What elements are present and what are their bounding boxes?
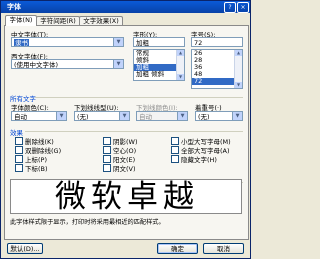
scroll-down-icon[interactable]: ▼ (177, 74, 184, 80)
superscript-checkbox[interactable]: 上标(P) (15, 155, 47, 164)
checkbox-box[interactable] (103, 155, 111, 163)
underline-style-value: (无) (77, 113, 89, 121)
preview-box: 微软卓越 (10, 179, 242, 214)
checkbox-box[interactable] (15, 164, 23, 172)
checkbox-label: 阴影(W) (113, 138, 138, 146)
checkbox-box[interactable] (171, 146, 179, 154)
western-font-value: (使用中文字体) (14, 61, 59, 69)
close-button[interactable]: × (237, 2, 249, 13)
font-style-list[interactable]: 常规 倾斜 加粗 加粗 倾斜 ▲ ▼ (133, 49, 185, 81)
divider (25, 131, 243, 132)
font-size-value: 72 (194, 39, 203, 47)
preview-note: 此字体样式限于显示，打印时将采用最相近的匹配样式。 (10, 219, 165, 226)
font-color-value: 自动 (14, 113, 27, 121)
scrollbar[interactable]: ▲ ▼ (176, 50, 184, 80)
checkbox-label: 隐藏文字(H) (181, 156, 217, 164)
checkbox-box[interactable] (103, 146, 111, 154)
checkbox-label: 删除线(K) (25, 138, 54, 146)
default-button[interactable]: 默认(D)... (7, 243, 43, 254)
checkbox-box[interactable] (171, 137, 179, 145)
chinese-font-value: 隶书 (14, 39, 29, 47)
underline-color-value: 自动 (139, 113, 152, 121)
chevron-down-icon[interactable]: ▼ (113, 60, 123, 68)
checkbox-box[interactable] (103, 164, 111, 172)
cancel-button[interactable]: 取消 (203, 243, 244, 254)
chevron-down-icon[interactable]: ▼ (56, 112, 66, 120)
outline-checkbox[interactable]: 空心(O) (103, 146, 136, 155)
underline-style-select[interactable]: (无) ▼ (74, 111, 130, 121)
western-font-select[interactable]: (使用中文字体) ▼ (11, 59, 124, 69)
tab-font[interactable]: 字体(N) (5, 15, 37, 26)
font-size-input[interactable]: 72 (191, 37, 243, 47)
subscript-checkbox[interactable]: 下标(B) (15, 164, 48, 173)
double-strikethrough-checkbox[interactable]: 双删除线(G) (15, 146, 61, 155)
effects-section-label: 效果 (10, 129, 23, 137)
hidden-text-checkbox[interactable]: 隐藏文字(H) (171, 155, 217, 164)
engrave-checkbox[interactable]: 阴文(V) (103, 164, 136, 173)
help-button[interactable]: ? (224, 2, 236, 13)
font-dialog: 字体 ? × 字体(N) 字符间距(R) 文字效果(X) 中文字体(T): 隶书… (0, 0, 251, 259)
checkbox-box[interactable] (171, 155, 179, 163)
checkbox-label: 下标(B) (25, 165, 48, 173)
checkbox-box[interactable] (15, 155, 23, 163)
small-caps-checkbox[interactable]: 小型大写字母(M) (171, 137, 231, 146)
title-bar: 字体 ? × (1, 1, 250, 13)
chevron-down-icon[interactable]: ▼ (119, 112, 129, 120)
font-style-value: 加粗 (136, 39, 149, 47)
checkbox-label: 阴文(V) (113, 165, 136, 173)
scroll-up-icon[interactable]: ▲ (177, 50, 184, 56)
checkbox-label: 阳文(E) (113, 156, 136, 164)
window-title: 字体 (7, 3, 21, 11)
scroll-down-icon[interactable]: ▼ (235, 82, 242, 88)
emphasis-mark-value: (无) (198, 113, 210, 121)
chevron-down-icon[interactable]: ▼ (232, 112, 242, 120)
scrollbar[interactable]: ▲ ▼ (234, 50, 242, 88)
chinese-font-select[interactable]: 隶书 ▼ (11, 37, 124, 47)
scroll-up-icon[interactable]: ▲ (235, 50, 242, 56)
checkbox-label: 上标(P) (25, 156, 47, 164)
chevron-down-icon[interactable]: ▼ (113, 38, 123, 46)
checkbox-label: 空心(O) (113, 147, 137, 155)
underline-color-select[interactable]: 自动 ▼ (136, 111, 188, 121)
font-style-input[interactable]: 加粗 (133, 37, 185, 47)
all-caps-checkbox[interactable]: 全部大写字母(A) (171, 146, 230, 155)
checkbox-box[interactable] (15, 146, 23, 154)
divider (35, 97, 243, 98)
strikethrough-checkbox[interactable]: 删除线(K) (15, 137, 54, 146)
checkbox-label: 小型大写字母(M) (181, 138, 231, 146)
chevron-down-icon[interactable]: ▼ (177, 112, 187, 120)
checkbox-box[interactable] (103, 137, 111, 145)
ok-button[interactable]: 确定 (157, 243, 198, 254)
preview-text: 微软卓越 (55, 179, 199, 214)
shadow-checkbox[interactable]: 阴影(W) (103, 137, 138, 146)
font-size-list[interactable]: 26 28 36 48 72 ▲ ▼ (191, 49, 243, 89)
checkbox-box[interactable] (15, 137, 23, 145)
checkbox-label: 全部大写字母(A) (181, 147, 230, 155)
emphasis-mark-select[interactable]: (无) ▼ (195, 111, 243, 121)
emboss-checkbox[interactable]: 阳文(E) (103, 155, 135, 164)
checkbox-label: 双删除线(G) (25, 147, 62, 155)
font-color-select[interactable]: 自动 ▼ (11, 111, 67, 121)
